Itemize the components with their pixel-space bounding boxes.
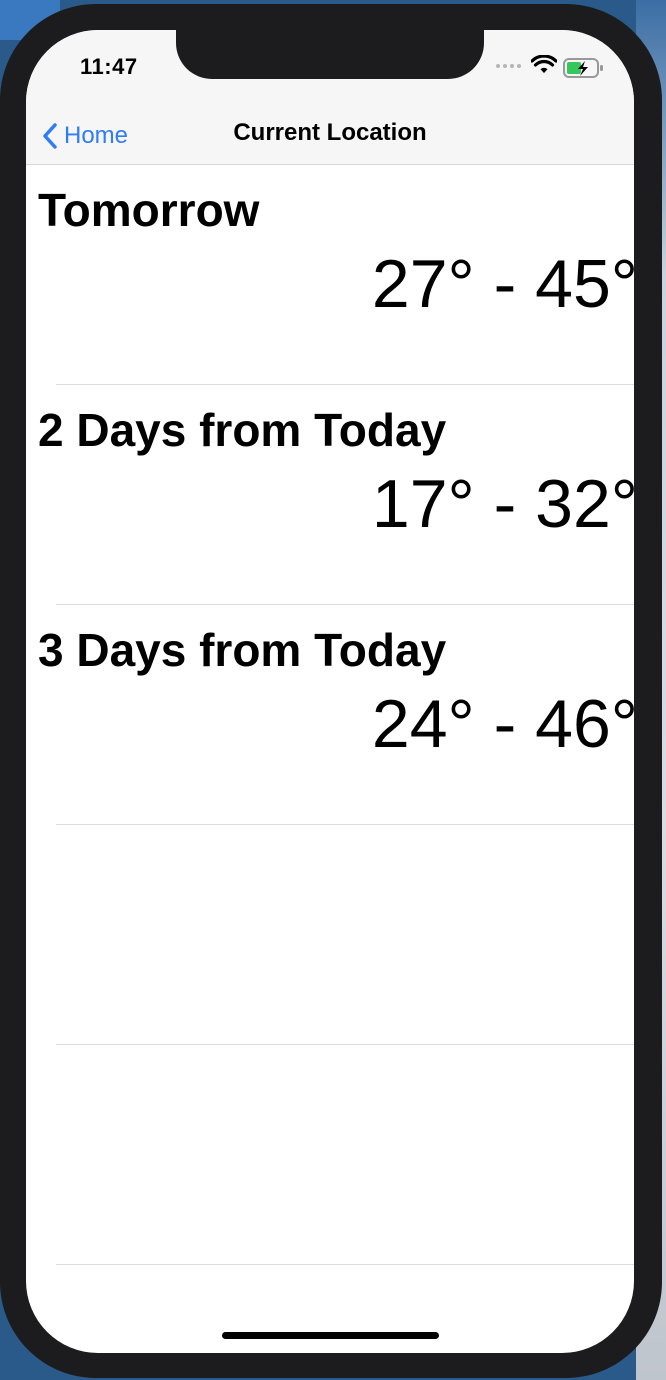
chevron-left-icon: [43, 123, 57, 149]
device-screen: 11:47 Current Location Home Tomorrow 27°…: [26, 30, 634, 1353]
forecast-day-label: 2 Days from Today: [38, 404, 447, 456]
table-row[interactable]: Tomorrow 27° - 45°: [26, 165, 634, 385]
back-button[interactable]: Home: [42, 116, 128, 156]
row-divider: [56, 1264, 634, 1265]
battery-charging-icon: [563, 58, 603, 78]
home-indicator[interactable]: [222, 1332, 439, 1339]
wifi-icon: [531, 55, 557, 73]
table-row[interactable]: 3 Days from Today 24° - 46°: [26, 605, 634, 825]
signal-dots-icon: [496, 64, 521, 68]
device-notch: [176, 30, 484, 79]
forecast-day-label: 3 Days from Today: [38, 624, 447, 676]
status-time: 11:47: [80, 54, 138, 79]
device-frame: 11:47 Current Location Home Tomorrow 27°…: [0, 4, 662, 1378]
status-bar: 11:47: [26, 30, 634, 110]
table-row[interactable]: 2 Days from Today 17° - 32°: [26, 385, 634, 605]
forecast-table[interactable]: Tomorrow 27° - 45° 2 Days from Today 17°…: [26, 165, 634, 1265]
forecast-temp-range: 27° - 45°: [371, 246, 634, 322]
navigation-bar: Current Location Home: [26, 110, 634, 165]
table-row[interactable]: [26, 1045, 634, 1265]
forecast-temp-range: 17° - 32°: [371, 466, 634, 542]
back-button-label: Home: [64, 122, 129, 149]
forecast-day-label: Tomorrow: [38, 184, 260, 236]
table-row[interactable]: [26, 825, 634, 1045]
forecast-temp-range: 24° - 46°: [371, 686, 634, 762]
